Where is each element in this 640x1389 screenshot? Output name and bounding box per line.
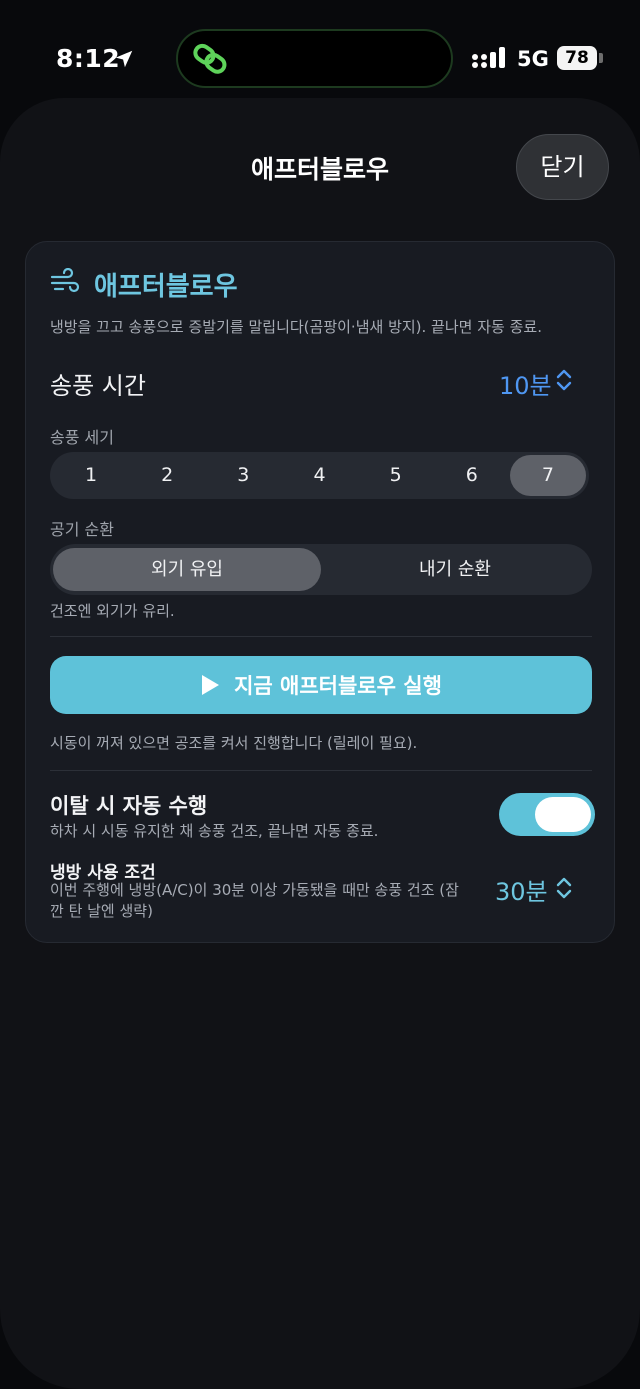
- chevron-up-down-icon[interactable]: [556, 369, 572, 391]
- auto-run-description: 하차 시 시동 유지한 채 송풍 건조, 끝나면 자동 종료.: [50, 822, 379, 840]
- network-type: 5G: [517, 47, 549, 71]
- fan-speed-label: 송풍 세기: [50, 428, 114, 447]
- fan-speed-option-5[interactable]: 5: [358, 455, 434, 496]
- card-title: 애프터블로우: [94, 272, 238, 302]
- afterblow-card: 애프터블로우 냉방을 끄고 송풍으로 증발기를 말립니다(곰팡이·냄새 방지).…: [25, 241, 615, 943]
- location-arrow-icon: [115, 50, 133, 68]
- wind-icon: [50, 268, 80, 293]
- divider: [50, 636, 592, 637]
- ac-condition-value[interactable]: 30분: [495, 872, 548, 907]
- air-option-recirculate[interactable]: 내기 순환: [321, 548, 589, 591]
- air-option-fresh[interactable]: 외기 유입: [53, 548, 321, 591]
- afterblow-sheet: 애프터블로우 닫기 애프터블로우 냉방을 끄고 송풍으로 증발기를 말립니다(곰…: [0, 98, 640, 1389]
- ac-condition-description: 이번 주행에 냉방(A/C)이 30분 이상 가동됐을 때만 송풍 건조 (잠깐…: [50, 881, 459, 920]
- fan-speed-option-2[interactable]: 2: [129, 455, 205, 496]
- air-circulation-hint: 건조엔 외기가 유리.: [50, 602, 175, 620]
- toggle-knob: [535, 797, 591, 832]
- dynamic-island[interactable]: [176, 29, 453, 88]
- fan-time-label: 송풍 시간: [50, 372, 146, 400]
- run-button-label: 지금 애프터블로우 실행: [234, 674, 442, 698]
- status-time: 8:12: [56, 44, 121, 73]
- battery-tip: [599, 53, 603, 63]
- close-button[interactable]: 닫기: [516, 134, 609, 200]
- battery-indicator: 78: [557, 46, 597, 70]
- fan-speed-option-1[interactable]: 1: [53, 455, 129, 496]
- chevron-up-down-icon[interactable]: [556, 877, 572, 899]
- fan-time-value[interactable]: 10분: [499, 366, 552, 401]
- run-hint: 시동이 꺼져 있으면 공조를 켜서 진행합니다 (릴레이 필요).: [50, 734, 418, 752]
- signal-bars-icon: [472, 47, 505, 68]
- run-afterblow-button[interactable]: 지금 애프터블로우 실행: [50, 656, 592, 714]
- air-circulation-segmented-control: 외기 유입 내기 순환: [50, 544, 592, 595]
- fan-speed-option-4[interactable]: 4: [281, 455, 357, 496]
- fan-speed-option-6[interactable]: 6: [434, 455, 510, 496]
- card-description: 냉방을 끄고 송풍으로 증발기를 말립니다(곰팡이·냄새 방지). 끝나면 자동…: [50, 318, 542, 336]
- status-bar: 8:12 5G 78: [0, 0, 640, 110]
- auto-run-title: 이탈 시 자동 수행: [50, 794, 208, 818]
- divider: [50, 770, 592, 771]
- air-circulation-label: 공기 순환: [50, 520, 114, 539]
- link-chain-icon: [193, 43, 227, 74]
- fan-speed-option-3[interactable]: 3: [205, 455, 281, 496]
- auto-run-toggle[interactable]: [499, 793, 595, 836]
- fan-speed-option-7[interactable]: 7: [509, 455, 586, 496]
- fan-speed-segmented-control: 1 2 3 4 5 6 7: [50, 452, 589, 499]
- play-icon: [202, 675, 220, 695]
